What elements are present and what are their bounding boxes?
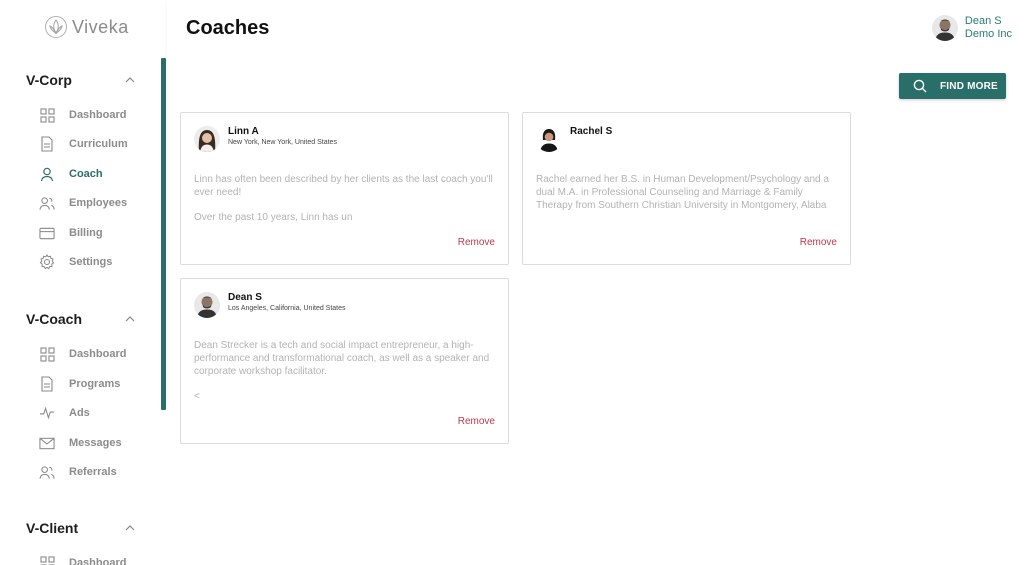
logo[interactable]: Viveka xyxy=(44,15,129,39)
avatar xyxy=(931,15,958,41)
sidebar-item-curriculum[interactable]: Curriculum xyxy=(39,135,159,153)
top-header: Coaches Dean S Demo Inc xyxy=(167,0,1024,58)
sidebar-item-dashboard[interactable]: Dashboard xyxy=(39,554,159,565)
avatar[interactable] xyxy=(194,292,220,318)
section-v-corp[interactable]: V-Corp xyxy=(26,71,136,89)
sidebar-item-label: Dashboard xyxy=(69,557,127,565)
main-content: FIND MORE Linn A New York, New York, Uni… xyxy=(167,58,1024,565)
coach-bio: Rachel earned her B.S. in Human Developm… xyxy=(536,173,836,212)
user-name: Dean S xyxy=(964,15,1002,27)
bio-paragraph: Dean Strecker is a tech and social impac… xyxy=(194,340,490,377)
mail-icon xyxy=(39,435,55,451)
user-menu[interactable]: Dean S Demo Inc xyxy=(931,15,1012,41)
sidebar-item-dashboard[interactable]: Dashboard xyxy=(39,345,159,363)
coach-name[interactable]: Dean S xyxy=(228,292,346,304)
remove-button[interactable]: Remove xyxy=(800,237,837,248)
coach-card: Linn A New York, New York, United States… xyxy=(180,112,509,265)
coach-card: Dean S Los Angeles, California, United S… xyxy=(180,278,509,444)
sidebar-item-dashboard[interactable]: Dashboard xyxy=(39,106,159,124)
sidebar: Viveka V-Corp Dashboard Curriculum Coach… xyxy=(0,0,167,565)
sidebar-item-label: Billing xyxy=(69,227,103,239)
document-icon xyxy=(39,136,55,152)
pulse-icon xyxy=(39,405,55,421)
sidebar-item-ads[interactable]: Ads xyxy=(39,404,159,422)
coach-card: Rachel S Rachel earned her B.S. in Human… xyxy=(522,112,851,265)
chevron-up-icon[interactable] xyxy=(124,522,136,534)
bio-paragraph: Rachel earned her B.S. in Human Developm… xyxy=(536,174,829,211)
remove-button[interactable]: Remove xyxy=(458,237,495,248)
sidebar-item-billing[interactable]: Billing xyxy=(39,224,159,242)
coach-location: Los Angeles, California, United States xyxy=(228,305,346,312)
coach-bio: Linn has often been described by her cli… xyxy=(194,173,494,224)
grid-icon xyxy=(39,107,55,123)
sidebar-item-employees[interactable]: Employees xyxy=(39,194,159,212)
sidebar-item-referrals[interactable]: Referrals xyxy=(39,463,159,481)
grid-icon xyxy=(39,346,55,362)
sidebar-item-programs[interactable]: Programs xyxy=(39,375,159,393)
sidebar-item-label: Employees xyxy=(69,197,128,209)
section-v-client[interactable]: V-Client xyxy=(26,519,136,537)
section-title: V-Coach xyxy=(26,311,83,327)
lotus-logo-icon xyxy=(45,16,67,38)
coach-bio: Dean Strecker is a tech and social impac… xyxy=(194,339,494,403)
logo-text: Viveka xyxy=(72,16,129,37)
person-icon xyxy=(39,166,55,182)
avatar[interactable] xyxy=(536,126,562,152)
sidebar-scrollbar[interactable] xyxy=(161,58,166,410)
bio-paragraph: Linn has often been described by her cli… xyxy=(194,174,493,198)
coach-name[interactable]: Linn A xyxy=(228,126,337,138)
coach-name[interactable]: Rachel S xyxy=(570,126,612,138)
sidebar-item-label: Coach xyxy=(69,168,103,180)
section-title: V-Client xyxy=(26,520,79,536)
user-company: Demo Inc xyxy=(964,28,1012,40)
avatar[interactable] xyxy=(194,126,220,152)
sidebar-item-messages[interactable]: Messages xyxy=(39,434,159,452)
chevron-up-icon[interactable] xyxy=(124,313,136,325)
search-icon xyxy=(913,79,927,93)
remove-button[interactable]: Remove xyxy=(458,416,495,427)
sidebar-item-label: Ads xyxy=(69,407,90,419)
sidebar-item-label: Settings xyxy=(69,256,113,268)
people-icon xyxy=(39,195,55,211)
sidebar-item-label: Programs xyxy=(69,378,121,390)
find-more-button[interactable]: FIND MORE xyxy=(899,73,1006,99)
sidebar-item-label: Dashboard xyxy=(69,348,127,360)
sidebar-item-coach[interactable]: Coach xyxy=(39,165,159,183)
sidebar-item-label: Dashboard xyxy=(69,109,127,121)
bio-paragraph: < xyxy=(194,391,200,402)
section-title: V-Corp xyxy=(26,72,72,88)
bio-paragraph: Over the past 10 years, Linn has un xyxy=(194,212,353,223)
gear-icon xyxy=(39,254,55,270)
grid-icon xyxy=(39,555,55,565)
sidebar-item-label: Curriculum xyxy=(69,138,128,150)
coach-location: New York, New York, United States xyxy=(228,139,337,146)
find-more-label: FIND MORE xyxy=(940,80,998,92)
document-icon xyxy=(39,376,55,392)
people-icon xyxy=(39,464,55,480)
page-title: Coaches xyxy=(186,17,270,39)
section-v-coach[interactable]: V-Coach xyxy=(26,310,136,328)
sidebar-item-settings[interactable]: Settings xyxy=(39,253,159,271)
chevron-up-icon[interactable] xyxy=(124,74,136,86)
credit-card-icon xyxy=(39,225,55,241)
sidebar-item-label: Messages xyxy=(69,437,122,449)
sidebar-item-label: Referrals xyxy=(69,466,117,478)
